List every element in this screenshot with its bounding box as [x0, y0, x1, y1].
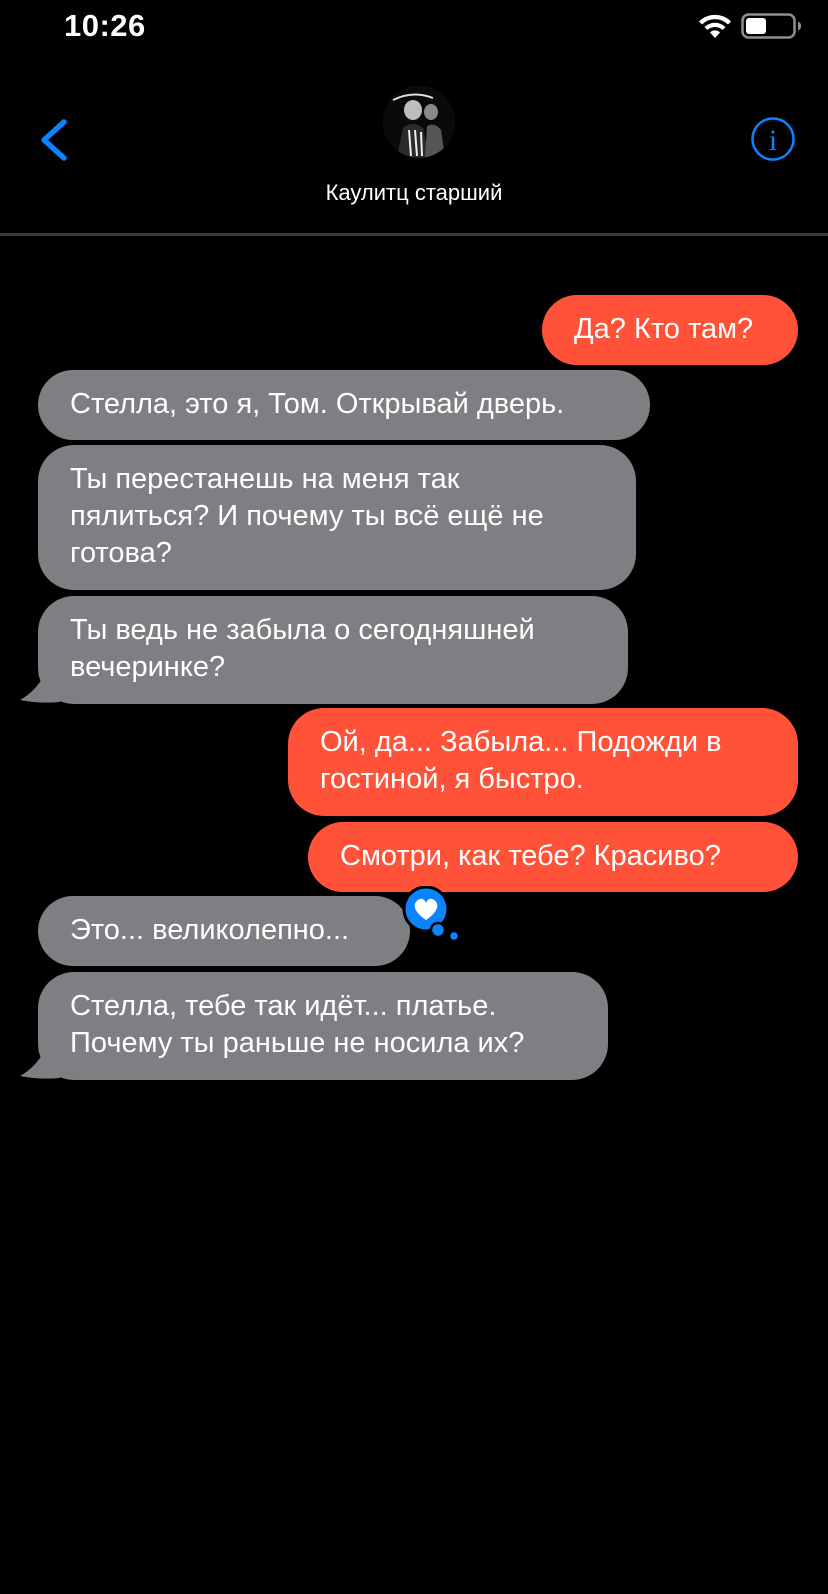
message-incoming[interactable]: Это... великолепно... [38, 896, 410, 966]
message-incoming[interactable]: Ты перестанешь на меня так пялиться? И п… [38, 445, 636, 590]
wifi-icon [699, 14, 731, 38]
battery-icon [741, 13, 801, 39]
message-outgoing[interactable]: Ой, да... Забыла... Подожди в гостиной, … [288, 708, 798, 816]
info-icon[interactable]: i [750, 116, 796, 162]
message-outgoing[interactable]: Смотри, как тебе? Красиво? [308, 822, 798, 892]
contact-name[interactable]: Каулитц старший [0, 180, 828, 206]
bubble-tail [20, 1044, 60, 1079]
heart-icon[interactable] [394, 886, 460, 942]
svg-text:i: i [769, 124, 777, 157]
message-outgoing[interactable]: Да? Кто там? [542, 295, 798, 365]
message-incoming[interactable]: Ты ведь не забыла о сегодняшней вечеринк… [38, 596, 628, 704]
message-incoming[interactable]: Стелла, тебе так идёт... платье. Почему … [38, 972, 608, 1080]
status-time: 10:26 [64, 8, 146, 43]
conversation-header: Каулитц старший i [0, 52, 828, 236]
status-bar: 10:26 [0, 0, 828, 52]
chevron-left-icon[interactable] [30, 110, 80, 170]
message-incoming[interactable]: Стелла, это я, Том. Открывай дверь. [38, 370, 650, 440]
avatar[interactable] [383, 86, 455, 158]
bubble-tail [20, 668, 60, 703]
